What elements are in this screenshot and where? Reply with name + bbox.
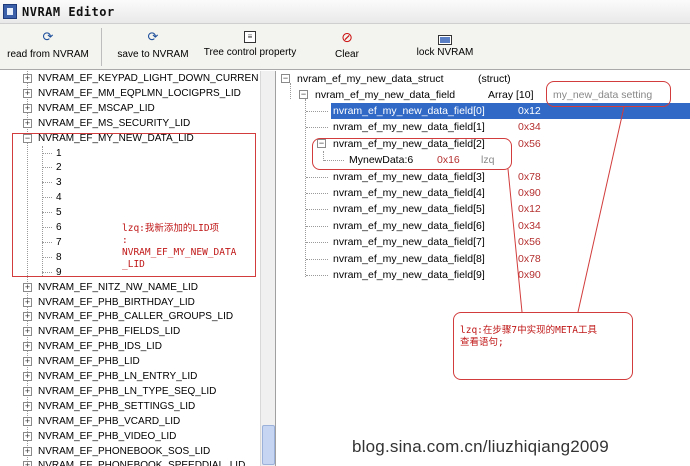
annotation-arrows [507, 106, 625, 313]
annotation-arrow [577, 106, 625, 313]
annotation-arrow [507, 168, 523, 313]
watermark: blog.sina.com.cn/liuzhiqiang2009 [352, 437, 609, 456]
